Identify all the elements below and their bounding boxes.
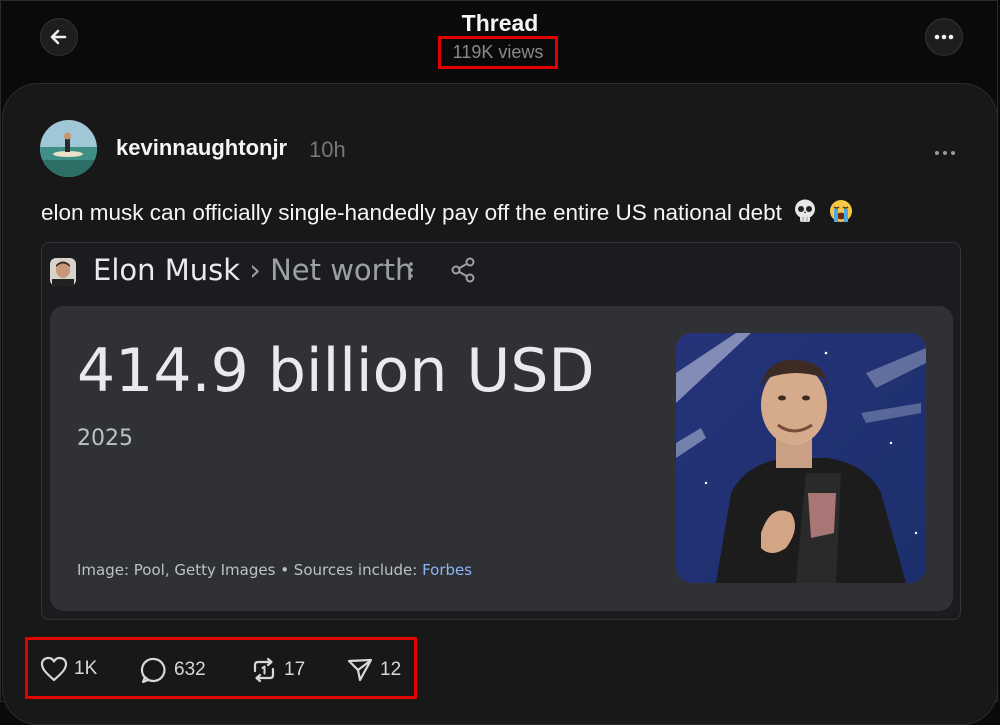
kebab-menu-icon[interactable]: [408, 258, 414, 283]
post-body: elon musk can officially single-handedly…: [41, 200, 782, 225]
post-timestamp: 10h: [309, 137, 346, 162]
net-worth-value: 414.9 billion USD: [77, 336, 595, 406]
avatar[interactable]: [40, 120, 97, 177]
share-icon[interactable]: [450, 257, 476, 288]
net-worth-panel: 414.9 billion USD 2025 Image: Pool, Gett…: [50, 306, 953, 611]
entity-name[interactable]: Elon Musk: [93, 253, 240, 287]
comment-icon: [140, 657, 166, 684]
share-count: 12: [380, 659, 402, 680]
share-button[interactable]: 12: [346, 656, 401, 684]
attribute-name: Net worth: [270, 253, 414, 287]
source-link[interactable]: Forbes: [422, 561, 472, 579]
repost-icon: [253, 657, 275, 683]
reply-count: 632: [174, 659, 206, 680]
send-icon: [347, 658, 373, 682]
entity-thumbnail: [50, 258, 76, 286]
credit-text: Image: Pool, Getty Images • Sources incl…: [77, 561, 423, 579]
more-options-button[interactable]: [925, 18, 963, 56]
repost-count: 17: [284, 659, 306, 680]
knowledge-panel-embed[interactable]: Elon Musk › Net worth 414.9 billion USD …: [41, 242, 961, 620]
knowledge-panel-title: Elon Musk › Net worth: [93, 253, 413, 287]
loudly-crying-emoji: [828, 198, 854, 230]
heart-icon: [40, 656, 68, 682]
breadcrumb-separator: ›: [249, 253, 261, 287]
reply-button[interactable]: 632: [140, 656, 206, 684]
thread-header: Thread 119K views: [0, 0, 1000, 80]
image-credit: Image: Pool, Getty Images • Sources incl…: [77, 561, 472, 579]
post-actions: 1K 632 17 12: [25, 637, 417, 699]
post-username[interactable]: kevinnaughtonjr: [116, 135, 287, 161]
repost-button[interactable]: 17: [250, 656, 305, 684]
like-count: 1K: [74, 658, 98, 679]
post-text: elon musk can officially single-handedly…: [41, 198, 854, 230]
more-horizontal-icon: [934, 34, 954, 40]
net-worth-year: 2025: [77, 426, 133, 451]
post-more-button[interactable]: [934, 136, 956, 162]
more-horizontal-icon: [935, 151, 955, 155]
like-button[interactable]: 1K: [40, 656, 97, 682]
entity-photo: [676, 333, 926, 583]
view-count: 119K views: [438, 36, 558, 69]
skull-emoji: [792, 198, 818, 230]
page-title: Thread: [461, 10, 539, 36]
